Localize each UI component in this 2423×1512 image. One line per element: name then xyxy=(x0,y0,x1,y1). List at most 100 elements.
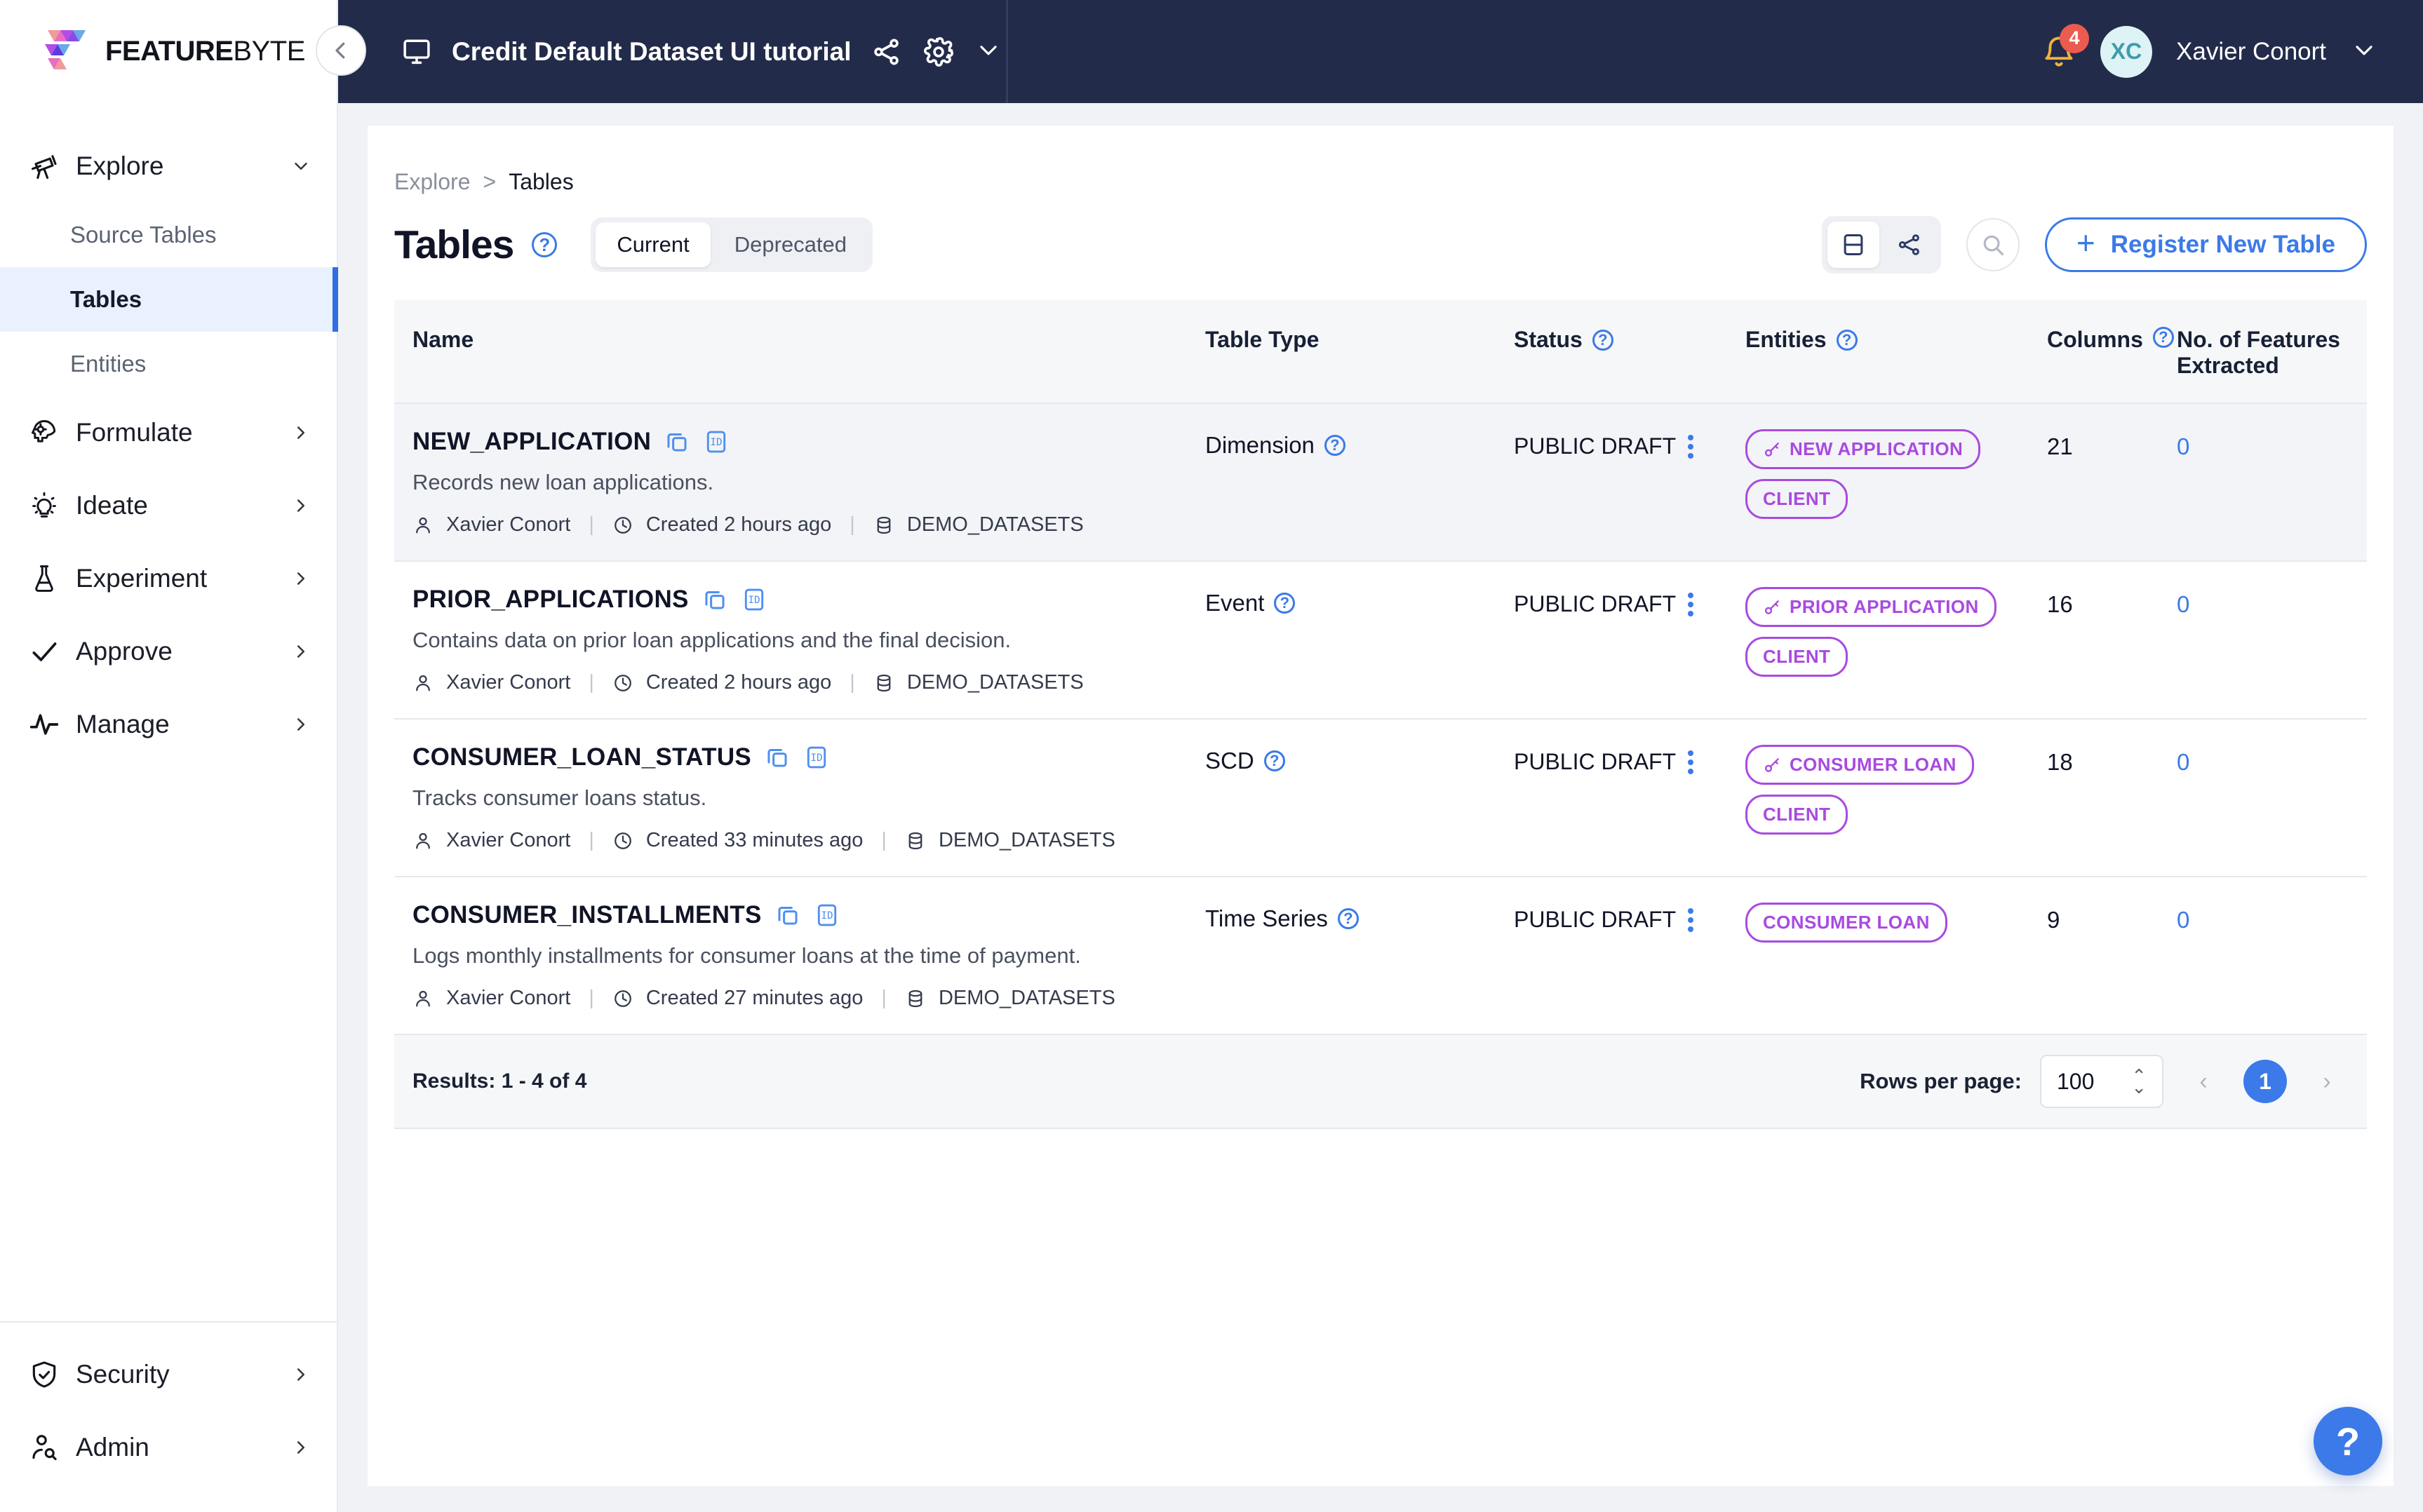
question-circle-icon[interactable]: ? xyxy=(1263,750,1285,771)
sidebar-item-explore[interactable]: Explore xyxy=(0,130,337,203)
gear-icon[interactable] xyxy=(922,36,955,68)
id-icon[interactable]: ID xyxy=(703,428,730,455)
cell-features-extracted[interactable]: 0 xyxy=(2177,743,2349,776)
topbar-user-area: 4 XC Xavier Conort xyxy=(2041,23,2423,78)
copy-icon[interactable] xyxy=(702,586,728,613)
sidebar-subitem-label: Entities xyxy=(70,351,147,377)
sidebar-item-ideate[interactable]: Ideate xyxy=(0,469,337,542)
sidebar-item-manage[interactable]: Manage xyxy=(0,688,337,761)
column-header-columns[interactable]: Columns ? xyxy=(2047,327,2177,353)
id-icon[interactable]: ID xyxy=(741,586,767,613)
cell-name: CONSUMER_LOAN_STATUS ID Tracks consumer … xyxy=(412,743,1205,852)
sidebar-item-label: Experiment xyxy=(76,564,208,593)
table-row[interactable]: PRIOR_APPLICATIONS ID Contains data on p… xyxy=(394,562,2367,720)
table-name[interactable]: CONSUMER_INSTALLMENTS xyxy=(412,901,762,929)
table-meta: Xavier Conort | Created 2 hours ago | DE… xyxy=(412,513,1205,536)
sidebar-item-approve[interactable]: Approve xyxy=(0,615,337,688)
question-circle-icon[interactable]: ? xyxy=(1324,435,1345,456)
sidebar-collapse-button[interactable] xyxy=(316,25,366,76)
column-header-name[interactable]: Name xyxy=(412,327,1205,353)
entity-chip-primary[interactable]: CONSUMER LOAN xyxy=(1745,745,1974,785)
table-row[interactable]: CONSUMER_LOAN_STATUS ID Tracks consumer … xyxy=(394,720,2367,877)
question-circle-icon[interactable]: ? xyxy=(1337,908,1359,929)
sidebar-item-admin[interactable]: Admin xyxy=(0,1411,337,1484)
question-circle-icon[interactable]: ? xyxy=(2152,327,2174,348)
cell-entities: PRIOR APPLICATION CLIENT xyxy=(1745,586,2047,677)
rows-per-page-select[interactable]: 100 ⌃ ⌄ xyxy=(2040,1055,2163,1108)
sidebar-item-experiment[interactable]: Experiment xyxy=(0,542,337,615)
brand-logo[interactable]: FEATUREBYTE xyxy=(0,0,337,103)
id-icon[interactable]: ID xyxy=(814,902,840,929)
pagination-next-button[interactable]: › xyxy=(2305,1060,2349,1103)
sidebar-item-tables[interactable]: Tables xyxy=(0,267,338,332)
entity-chip[interactable]: CONSUMER LOAN xyxy=(1745,903,1947,943)
entity-chip-primary[interactable]: NEW APPLICATION xyxy=(1745,429,1981,469)
cell-columns-count: 9 xyxy=(2047,907,2060,933)
tab-current[interactable]: Current xyxy=(596,222,711,267)
sidebar-item-security[interactable]: Security xyxy=(0,1338,337,1411)
table-row[interactable]: NEW_APPLICATION ID Records new loan appl… xyxy=(394,404,2367,562)
column-header-status[interactable]: Status ? xyxy=(1514,327,1745,353)
column-header-entities[interactable]: Entities ? xyxy=(1745,327,2047,353)
sidebar-item-formulate[interactable]: Formulate xyxy=(0,396,337,469)
database-icon xyxy=(905,988,926,1009)
register-new-table-button[interactable]: + Register New Table xyxy=(2044,217,2367,272)
kebab-menu-icon[interactable] xyxy=(1687,592,1694,616)
graph-view-icon[interactable] xyxy=(1884,222,1935,268)
kebab-menu-icon[interactable] xyxy=(1687,750,1694,774)
search-button[interactable] xyxy=(1966,218,2020,271)
entity-chip[interactable]: CLIENT xyxy=(1745,637,1848,677)
user-search-icon xyxy=(28,1431,60,1464)
tab-deprecated[interactable]: Deprecated xyxy=(713,222,868,267)
avatar[interactable]: XC xyxy=(2100,25,2153,78)
table-view-icon[interactable] xyxy=(1827,222,1879,268)
chevron-left-icon xyxy=(328,38,354,63)
share-nodes-icon[interactable] xyxy=(871,36,903,68)
copy-icon[interactable] xyxy=(664,428,690,455)
help-button[interactable]: ? xyxy=(2314,1407,2382,1476)
table-row[interactable]: CONSUMER_INSTALLMENTS ID Logs monthly in… xyxy=(394,877,2367,1035)
cell-features-extracted[interactable]: 0 xyxy=(2177,586,2349,618)
entity-chip[interactable]: CLIENT xyxy=(1745,479,1848,519)
rows-per-page-value: 100 xyxy=(2057,1068,2095,1094)
tables-page-inner: Explore > Tables Tables ? Current Deprec… xyxy=(368,126,2394,1129)
chevron-right-icon xyxy=(290,714,311,735)
user-icon xyxy=(412,515,434,536)
breadcrumb-tables[interactable]: Tables xyxy=(509,169,574,195)
clock-icon xyxy=(612,988,633,1009)
key-icon xyxy=(1763,756,1781,774)
column-header-label: Status xyxy=(1514,327,1583,352)
kebab-menu-icon[interactable] xyxy=(1687,907,1694,932)
table-name[interactable]: CONSUMER_LOAN_STATUS xyxy=(412,743,751,771)
entity-chip[interactable]: CLIENT xyxy=(1745,795,1848,835)
notifications-button[interactable]: 4 xyxy=(2041,23,2090,70)
cell-features-extracted[interactable]: 0 xyxy=(2177,901,2349,933)
table-name[interactable]: PRIOR_APPLICATIONS xyxy=(412,586,689,614)
question-circle-icon[interactable]: ? xyxy=(1592,329,1613,351)
question-circle-icon[interactable]: ? xyxy=(1274,593,1296,614)
column-header-table-type[interactable]: Table Type xyxy=(1205,327,1514,353)
table-name[interactable]: NEW_APPLICATION xyxy=(412,428,651,456)
id-icon[interactable]: ID xyxy=(803,744,830,771)
entity-label: NEW APPLICATION xyxy=(1790,438,1964,459)
sidebar-item-source-tables[interactable]: Source Tables xyxy=(0,203,337,267)
question-circle-icon[interactable]: ? xyxy=(1836,329,1858,351)
database-icon xyxy=(905,830,926,851)
question-circle-icon[interactable]: ? xyxy=(532,232,558,257)
breadcrumb-separator: > xyxy=(483,169,497,194)
cell-features-extracted[interactable]: 0 xyxy=(2177,428,2349,460)
entity-chip-primary[interactable]: PRIOR APPLICATION xyxy=(1745,587,1996,627)
copy-icon[interactable] xyxy=(774,902,801,929)
pagination-prev-button[interactable]: ‹ xyxy=(2182,1060,2225,1103)
pulse-icon xyxy=(28,708,60,741)
breadcrumb-explore[interactable]: Explore xyxy=(394,169,471,195)
results-count: Results: 1 - 4 of 4 xyxy=(412,1069,587,1093)
kebab-menu-icon[interactable] xyxy=(1687,434,1694,459)
chevron-down-icon[interactable] xyxy=(974,36,1007,68)
pagination-page-1[interactable]: 1 xyxy=(2243,1060,2287,1103)
column-header-features-extracted[interactable]: No. of Features Extracted xyxy=(2177,327,2349,379)
user-menu-chevron-down-icon[interactable] xyxy=(2350,36,2382,68)
copy-icon[interactable] xyxy=(764,744,791,771)
sidebar-item-entities[interactable]: Entities xyxy=(0,332,337,396)
table-created: Created 27 minutes ago xyxy=(645,987,864,1009)
